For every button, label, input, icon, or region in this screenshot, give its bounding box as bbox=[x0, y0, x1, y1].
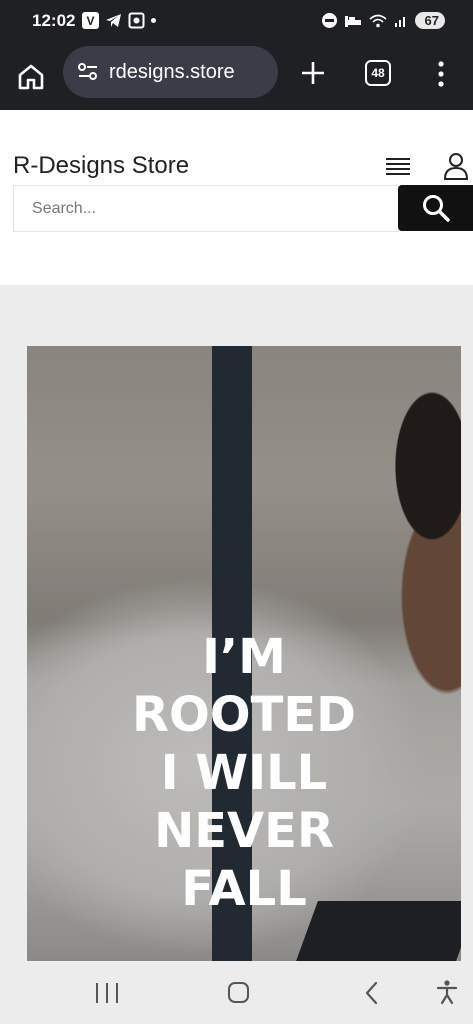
search-icon bbox=[422, 195, 450, 222]
recents-icon[interactable] bbox=[96, 983, 118, 1003]
tabs-button[interactable]: 48 bbox=[365, 60, 391, 86]
more-icon[interactable] bbox=[432, 60, 450, 88]
more-notifications-icon bbox=[151, 18, 156, 23]
system-icons: 67 bbox=[321, 12, 445, 29]
sleep-mode-icon bbox=[344, 15, 361, 27]
hero-line: I WILL bbox=[160, 745, 328, 801]
search-input[interactable] bbox=[13, 185, 399, 232]
hero-line: FALL bbox=[181, 861, 307, 917]
plus-icon[interactable] bbox=[298, 58, 328, 88]
browser-toolbar: rdesigns.store 48 bbox=[0, 44, 473, 110]
battery-indicator: 67 bbox=[414, 12, 445, 29]
hero-headline: I’M ROOTED I WILL NEVER FALL bbox=[27, 628, 461, 918]
hero-line: ROOTED bbox=[132, 687, 356, 743]
notification-icons: V bbox=[82, 12, 156, 29]
home-icon[interactable] bbox=[228, 982, 249, 1003]
search-button[interactable] bbox=[398, 185, 473, 231]
wifi-icon bbox=[369, 14, 387, 27]
home-icon[interactable] bbox=[16, 62, 46, 92]
telegram-icon bbox=[106, 14, 121, 27]
accessibility-icon[interactable] bbox=[435, 979, 459, 1005]
store-header: R-Designs Store bbox=[0, 110, 473, 285]
hero-banner[interactable]: I’M ROOTED I WILL NEVER FALL bbox=[27, 346, 461, 961]
main-content: I’M ROOTED I WILL NEVER FALL bbox=[0, 285, 473, 961]
tab-count: 48 bbox=[371, 66, 385, 80]
status-bar: 12:02 V 67 bbox=[0, 0, 473, 44]
hero-line: NEVER bbox=[154, 803, 334, 859]
system-navigation-bar bbox=[0, 961, 473, 1024]
signal-icon bbox=[394, 16, 405, 27]
site-settings-icon[interactable] bbox=[77, 62, 99, 82]
url-text: rdesigns.store bbox=[109, 60, 235, 83]
address-bar[interactable]: rdesigns.store bbox=[63, 46, 278, 98]
user-icon[interactable] bbox=[443, 152, 469, 180]
status-time: 12:02 bbox=[32, 11, 76, 30]
hamburger-menu-icon[interactable] bbox=[386, 158, 410, 178]
screenshot-icon bbox=[128, 12, 145, 29]
do-not-disturb-icon bbox=[321, 13, 337, 28]
store-title[interactable]: R-Designs Store bbox=[13, 152, 189, 180]
app-notification-icon: V bbox=[82, 12, 99, 29]
hero-line: I’M bbox=[202, 629, 286, 685]
back-icon[interactable] bbox=[362, 981, 382, 1005]
